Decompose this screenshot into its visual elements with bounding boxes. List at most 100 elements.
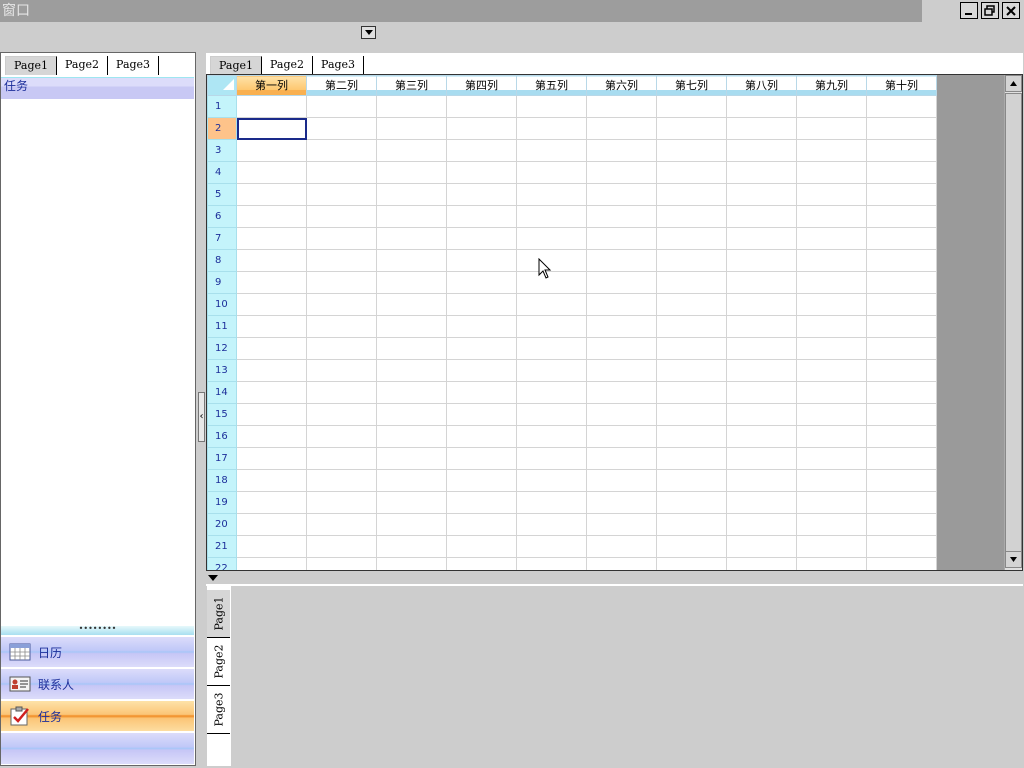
grid-cell[interactable] [446, 425, 517, 448]
grid-cell[interactable] [516, 117, 587, 140]
grid-cell[interactable] [656, 205, 727, 228]
grid-cell[interactable] [306, 183, 377, 206]
grid-cell[interactable] [446, 117, 517, 140]
grid-cell[interactable] [376, 447, 447, 470]
grid-cell[interactable] [586, 183, 657, 206]
grid-cell[interactable] [446, 95, 517, 118]
grid-cell[interactable] [236, 447, 307, 470]
row-header[interactable]: 21 [207, 535, 237, 558]
grid-cell[interactable] [656, 271, 727, 294]
grid-cell[interactable] [306, 227, 377, 250]
grid-cell[interactable] [446, 557, 517, 570]
grid-cell[interactable] [586, 293, 657, 316]
grid-corner-select-all[interactable] [207, 75, 237, 96]
grid-cell[interactable] [236, 535, 307, 558]
grid-cell[interactable] [236, 425, 307, 448]
grid-cell[interactable] [376, 513, 447, 536]
grid-cell[interactable] [446, 337, 517, 360]
row-header[interactable]: 6 [207, 205, 237, 228]
window-title-bar[interactable]: 窗口 [0, 0, 922, 22]
grid-cell[interactable] [516, 425, 587, 448]
grid-cell[interactable] [796, 183, 867, 206]
column-header[interactable]: 第七列 [656, 75, 727, 96]
grid-cell[interactable] [866, 117, 937, 140]
grid-cell[interactable] [656, 447, 727, 470]
grid-cell[interactable] [586, 271, 657, 294]
grid-cell[interactable] [796, 117, 867, 140]
grid-cell[interactable] [656, 403, 727, 426]
grid-cell[interactable] [586, 205, 657, 228]
grid-cell[interactable] [866, 359, 937, 382]
row-header[interactable]: 18 [207, 469, 237, 492]
column-header[interactable]: 第九列 [796, 75, 867, 96]
grid-cell[interactable] [726, 491, 797, 514]
grid-cell[interactable] [656, 293, 727, 316]
grid-cell[interactable] [656, 183, 727, 206]
grid-cell[interactable] [376, 293, 447, 316]
minimize-button[interactable] [960, 2, 978, 19]
grid-cell[interactable] [376, 139, 447, 162]
restore-button[interactable] [981, 2, 999, 19]
scroll-down-button[interactable] [1005, 551, 1022, 568]
grid-cell[interactable] [516, 315, 587, 338]
grid-cell[interactable] [376, 359, 447, 382]
row-header[interactable]: 13 [207, 359, 237, 382]
row-header[interactable]: 16 [207, 425, 237, 448]
grid-cell[interactable] [516, 381, 587, 404]
grid-cell[interactable] [726, 535, 797, 558]
grid-cell[interactable] [726, 227, 797, 250]
grid-cell[interactable] [796, 469, 867, 492]
column-header[interactable]: 第十列 [866, 75, 937, 96]
grid-cell[interactable] [586, 359, 657, 382]
grid-cell[interactable] [446, 491, 517, 514]
close-button[interactable] [1002, 2, 1020, 19]
grid-cell[interactable] [376, 337, 447, 360]
column-header[interactable]: 第三列 [376, 75, 447, 96]
grid-cell[interactable] [656, 359, 727, 382]
grid-cell[interactable] [446, 535, 517, 558]
row-header[interactable]: 20 [207, 513, 237, 536]
grid-cell[interactable] [726, 139, 797, 162]
grid-cell[interactable] [376, 117, 447, 140]
grid-cell[interactable] [866, 337, 937, 360]
grid-cell[interactable] [306, 205, 377, 228]
grid-cell[interactable] [306, 95, 377, 118]
grid-cell[interactable] [236, 337, 307, 360]
grid-cell[interactable] [306, 293, 377, 316]
grid-cell[interactable] [516, 403, 587, 426]
grid-cell[interactable] [306, 271, 377, 294]
grid-cell[interactable] [236, 469, 307, 492]
grid-cell[interactable] [236, 513, 307, 536]
grid-cell[interactable] [796, 447, 867, 470]
grid-cell[interactable] [516, 205, 587, 228]
grid-cell[interactable] [236, 359, 307, 382]
grid-cell[interactable] [236, 205, 307, 228]
grid-cell[interactable] [796, 161, 867, 184]
grid-cell[interactable] [446, 249, 517, 272]
grid-cell[interactable] [656, 95, 727, 118]
grid-cell[interactable] [796, 315, 867, 338]
grid-cell[interactable] [516, 161, 587, 184]
grid-cell[interactable] [726, 425, 797, 448]
grid-cell[interactable] [796, 513, 867, 536]
grid-cell[interactable] [866, 491, 937, 514]
grid-cell[interactable] [796, 557, 867, 570]
column-header[interactable]: 第二列 [306, 75, 377, 96]
grid-cell[interactable] [306, 403, 377, 426]
grid-cell[interactable] [516, 359, 587, 382]
grid-cell[interactable] [866, 381, 937, 404]
grid-cell[interactable] [726, 205, 797, 228]
grid-cell[interactable] [516, 447, 587, 470]
grid-cell[interactable] [446, 447, 517, 470]
grid-cell[interactable] [516, 183, 587, 206]
grid-cell[interactable] [236, 403, 307, 426]
vertical-scrollbar[interactable] [1004, 75, 1022, 570]
grid-cell[interactable] [656, 227, 727, 250]
row-header[interactable]: 5 [207, 183, 237, 206]
row-header[interactable]: 2 [207, 117, 237, 140]
toolbar-dropdown-button[interactable] [361, 26, 376, 39]
grid-cell[interactable] [796, 381, 867, 404]
grid-cell[interactable] [376, 271, 447, 294]
grid-cell[interactable] [726, 95, 797, 118]
grid-cell[interactable] [376, 183, 447, 206]
